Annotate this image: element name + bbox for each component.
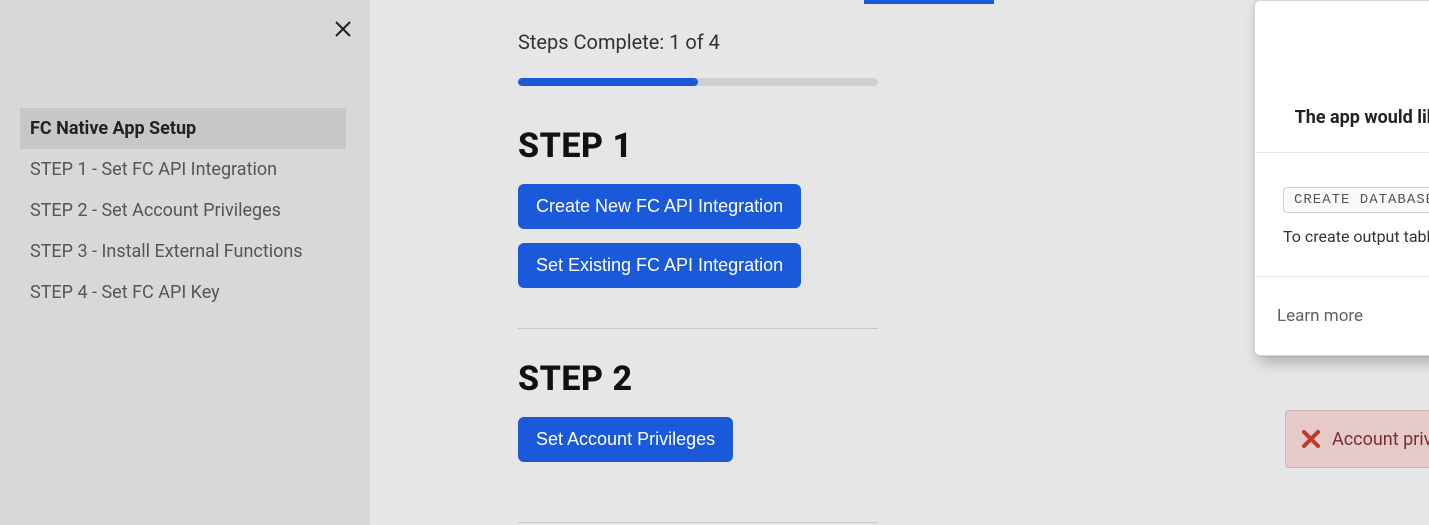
- steps-complete-label: Steps Complete: 1 of 4: [518, 30, 1278, 54]
- step-2-section: STEP 2 Set Account Privileges: [518, 359, 1278, 523]
- main-content: Steps Complete: 1 of 4 STEP 1 Create New…: [370, 0, 1429, 525]
- shield-icon-wrap: [1283, 21, 1429, 91]
- set-account-privileges-button[interactable]: Set Account Privileges: [518, 417, 733, 462]
- sidebar-item-label: STEP 2 - Set Account Privileges: [30, 200, 281, 221]
- error-text: Account privileges are not set.: [1332, 429, 1429, 450]
- close-icon: [334, 20, 352, 38]
- step-1-title: STEP 1: [518, 126, 1278, 166]
- app-root: FC Native App Setup STEP 1 - Set FC API …: [0, 0, 1429, 525]
- step-2-buttons: Set Account Privileges: [518, 417, 1278, 462]
- modal-footer: Learn more Cancel Grant Privileges: [1255, 277, 1429, 355]
- sidebar-item-step1[interactable]: STEP 1 - Set FC API Integration: [20, 149, 346, 190]
- create-integration-button[interactable]: Create New FC API Integration: [518, 184, 801, 229]
- sidebar-item-label: STEP 4 - Set FC API Key: [30, 282, 220, 303]
- sidebar: FC Native App Setup STEP 1 - Set FC API …: [0, 0, 370, 525]
- section-divider: [518, 328, 878, 329]
- progress-fill: [518, 78, 698, 86]
- link-label: Learn more: [1277, 306, 1363, 326]
- step-1-section: STEP 1 Create New FC API Integration Set…: [518, 126, 1278, 329]
- content-column: Steps Complete: 1 of 4 STEP 1 Create New…: [518, 30, 1278, 523]
- error-x-icon: [1300, 428, 1322, 450]
- modal-header: The app would like the following account…: [1255, 1, 1429, 153]
- sidebar-item-step2[interactable]: STEP 2 - Set Account Privileges: [20, 190, 346, 231]
- sidebar-item-label: FC Native App Setup: [30, 118, 196, 139]
- button-label: Set Account Privileges: [536, 429, 715, 449]
- step-1-buttons: Create New FC API Integration Set Existi…: [518, 184, 1278, 288]
- close-button[interactable]: [334, 20, 352, 42]
- sidebar-item-label: STEP 1 - Set FC API Integration: [30, 159, 277, 180]
- step-2-title: STEP 2: [518, 359, 1278, 399]
- button-label: Create New FC API Integration: [536, 196, 783, 216]
- privilege-modal: The app would like the following account…: [1254, 0, 1429, 356]
- modal-body: CREATE DATABASE To create output tables …: [1255, 153, 1429, 277]
- learn-more-link[interactable]: Learn more: [1277, 306, 1363, 326]
- button-label: Set Existing FC API Integration: [536, 255, 783, 275]
- set-existing-integration-button[interactable]: Set Existing FC API Integration: [518, 243, 801, 288]
- sidebar-item-setup[interactable]: FC Native App Setup: [20, 108, 346, 149]
- progress-bar: [518, 78, 878, 86]
- privilege-chip: CREATE DATABASE: [1283, 187, 1429, 213]
- sidebar-nav: FC Native App Setup STEP 1 - Set FC API …: [10, 108, 356, 313]
- sidebar-item-step4[interactable]: STEP 4 - Set FC API Key: [20, 272, 346, 313]
- section-divider: [518, 522, 878, 523]
- top-active-indicator: [864, 0, 994, 4]
- error-banner: Account privileges are not set.: [1285, 410, 1429, 468]
- modal-title: The app would like the following account…: [1283, 107, 1429, 128]
- sidebar-item-label: STEP 3 - Install External Functions: [30, 241, 303, 262]
- privilege-description: To create output tables for FullContact …: [1283, 227, 1429, 246]
- sidebar-item-step3[interactable]: STEP 3 - Install External Functions: [20, 231, 346, 272]
